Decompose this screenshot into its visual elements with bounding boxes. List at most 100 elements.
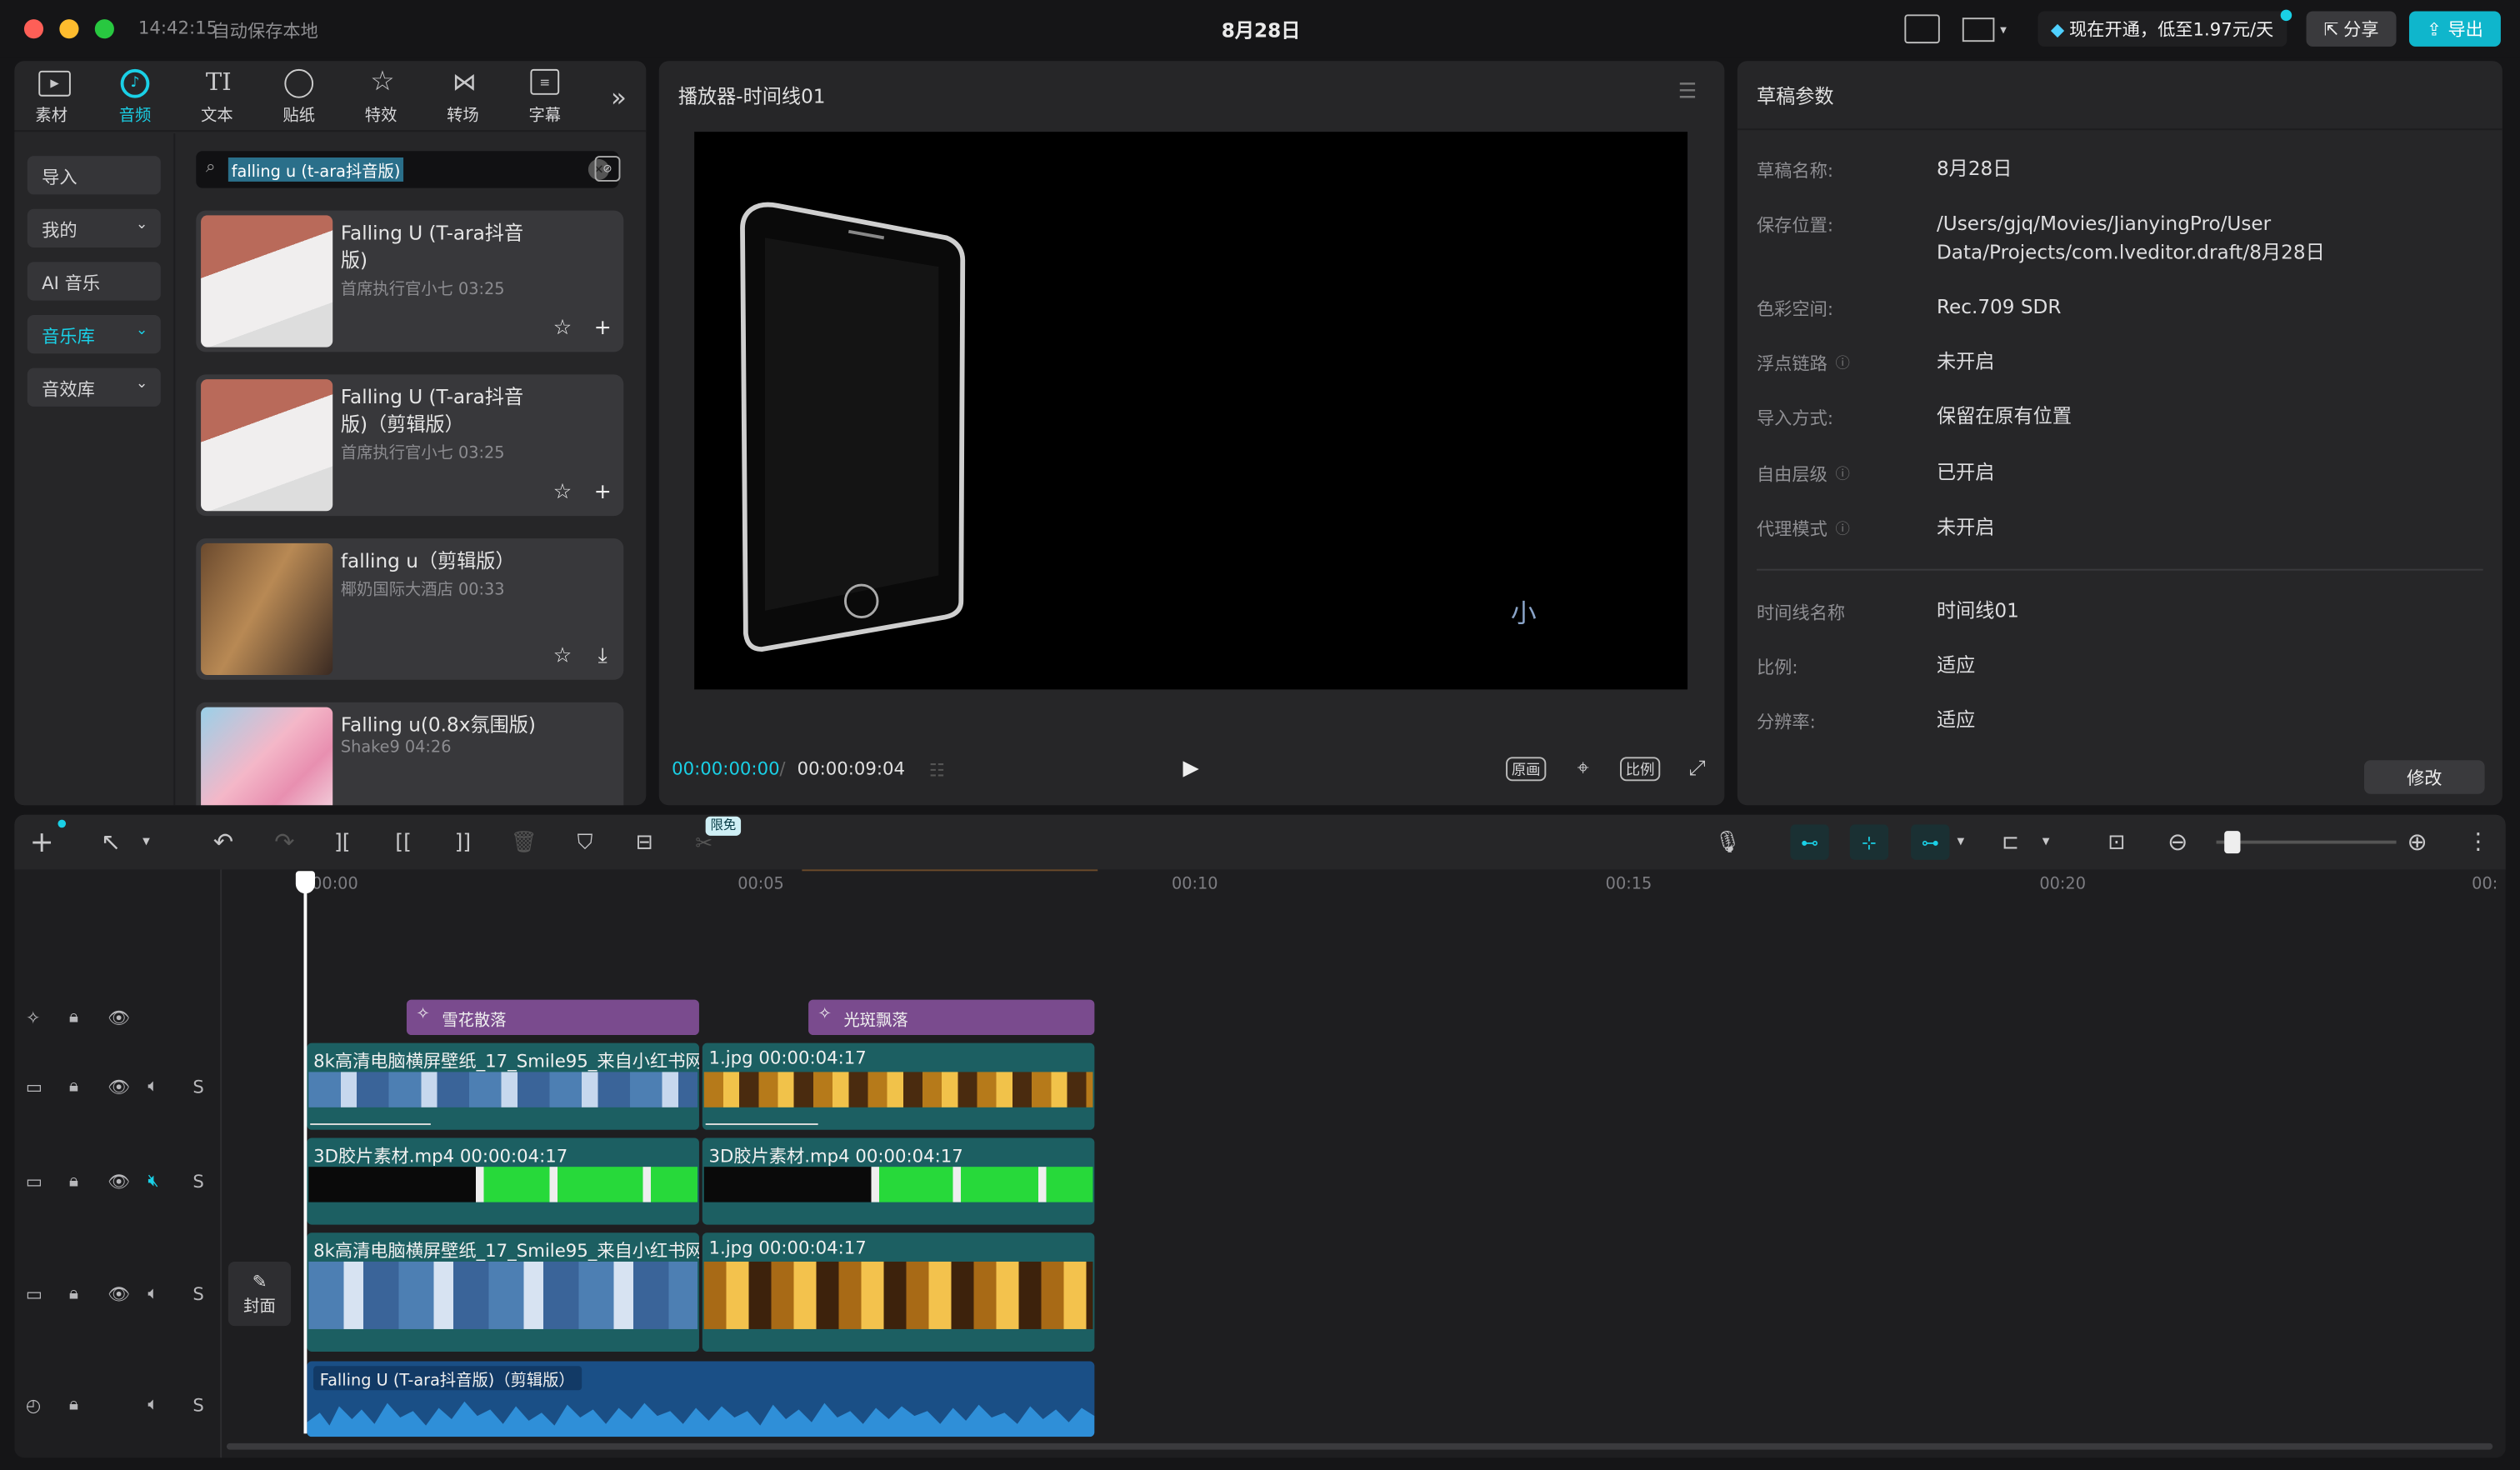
tab-audio[interactable]: ♪ 音频: [97, 61, 177, 132]
eye-icon[interactable]: 👁︎: [108, 1283, 130, 1304]
tab-transition[interactable]: ⋈ 转场: [424, 61, 504, 132]
export-button[interactable]: ⇪ 导出: [2408, 11, 2501, 47]
video-clip[interactable]: 1.jpg 00:00:04:17: [702, 1232, 1095, 1352]
help-icon[interactable]: ⓘ: [1835, 518, 1849, 538]
delete-icon[interactable]: 🗑: [509, 828, 538, 857]
aspect-ratio-button[interactable]: 比例: [1620, 757, 1661, 782]
video-clip[interactable]: 1.jpg 00:00:04:17: [702, 1042, 1095, 1130]
tab-subtitle[interactable]: ≡ 字幕: [507, 61, 587, 132]
solo-button[interactable]: S: [192, 1076, 203, 1097]
solo-button[interactable]: S: [192, 1171, 203, 1192]
list-item[interactable]: Falling u(0.8x氛围版) Shake9 04:26: [196, 702, 624, 806]
help-icon[interactable]: ⓘ: [1835, 352, 1849, 372]
effect-clip[interactable]: ✧ 雪花散落: [406, 999, 699, 1036]
preview-canvas[interactable]: 小: [694, 132, 1688, 690]
list-item[interactable]: Falling U (T-ara抖音版)（剪辑版） 首席执行官小七 03:25 …: [196, 374, 624, 517]
solo-button[interactable]: S: [192, 1283, 203, 1304]
lock-icon[interactable]: 🔒︎: [69, 1393, 78, 1416]
chapters-icon[interactable]: ☷: [919, 757, 954, 782]
add-icon[interactable]: +: [588, 478, 618, 507]
undo-icon[interactable]: ↶: [209, 828, 238, 857]
video-clip[interactable]: 8k高清电脑横屏壁纸_17_Smile95_来自小红书网页版: [307, 1042, 699, 1130]
menu-icon[interactable]: ☰: [1675, 79, 1701, 103]
quality-button[interactable]: 原画: [1506, 757, 1547, 782]
list-item[interactable]: Falling U (T-ara抖音版) 首席执行官小七 03:25 ☆ +: [196, 210, 624, 352]
tab-media[interactable]: ▶ 素材: [14, 61, 94, 132]
help-icon[interactable]: ⓘ: [1835, 462, 1849, 483]
close-window-button[interactable]: [23, 19, 44, 39]
favorite-icon[interactable]: ☆: [548, 313, 578, 342]
trim-left-icon[interactable]: [[: [389, 828, 418, 857]
play-button[interactable]: ▶: [1177, 754, 1206, 783]
tab-text[interactable]: TI 文本: [178, 61, 258, 132]
lock-icon[interactable]: 🔒︎: [69, 1075, 78, 1098]
video-clip[interactable]: 3D胶片素材.mp4 00:00:04:17: [702, 1138, 1095, 1225]
add-icon[interactable]: +: [588, 313, 618, 342]
keyboard-icon[interactable]: [1904, 14, 1940, 44]
microphone-icon[interactable]: 🎙: [1713, 828, 1742, 857]
mine-menu[interactable]: 我的 ⌄: [27, 208, 161, 248]
zoom-out-icon[interactable]: ⊖: [2163, 828, 2192, 857]
minimize-window-button[interactable]: [59, 19, 79, 39]
download-icon[interactable]: ⤓: [588, 642, 618, 671]
redo-icon[interactable]: ↷: [270, 828, 299, 857]
lock-icon[interactable]: 🔒︎: [69, 1006, 78, 1028]
mute-icon[interactable]: 🔇︎: [148, 1170, 158, 1192]
chevron-down-icon[interactable]: ▾: [1951, 829, 1970, 855]
zoom-slider-handle[interactable]: [2224, 831, 2241, 854]
volume-icon[interactable]: 🔈︎: [148, 1282, 158, 1305]
modify-button[interactable]: 修改: [2363, 760, 2485, 794]
fullscreen-icon[interactable]: ⤢: [1682, 755, 1712, 782]
more-tabs-icon[interactable]: »: [602, 80, 635, 112]
eye-icon[interactable]: 👁︎: [108, 1171, 130, 1192]
solo-button[interactable]: S: [192, 1394, 203, 1415]
share-button[interactable]: ⇱ 分享: [2306, 11, 2397, 47]
favorite-icon[interactable]: ☆: [548, 478, 578, 507]
add-track-icon[interactable]: +: [28, 825, 57, 859]
filter-icon[interactable]: ⊘: [594, 156, 621, 182]
lock-icon[interactable]: 🔒︎: [69, 1170, 78, 1192]
vip-promo-button[interactable]: ◆ 现在开通，低至1.97元/天: [2038, 11, 2287, 47]
ai-music-button[interactable]: AI 音乐: [27, 262, 161, 301]
music-library-menu[interactable]: 音乐库 ⌄: [27, 315, 161, 354]
caption-icon[interactable]: ⊟: [630, 828, 659, 857]
audio-clip[interactable]: Falling U (T-ara抖音版)（剪辑版）: [307, 1361, 1095, 1438]
layout-icon[interactable]: ▾: [1959, 14, 2011, 43]
volume-icon[interactable]: 🔈︎: [148, 1393, 158, 1416]
search-box[interactable]: ⌕ falling u (t-ara抖音版) ✕: [196, 151, 619, 188]
main-track-magnet-icon[interactable]: ⊷: [1790, 824, 1829, 860]
video-clip[interactable]: 3D胶片素材.mp4 00:00:04:17: [307, 1138, 699, 1225]
eye-icon[interactable]: 👁︎: [108, 1076, 130, 1097]
volume-icon[interactable]: 🔈︎: [148, 1075, 158, 1098]
effect-clip[interactable]: ✧ 光斑飘落: [808, 999, 1095, 1036]
trim-right-icon[interactable]: ]]: [448, 828, 478, 857]
split-icon[interactable]: ][: [328, 828, 357, 857]
zoom-fit-icon[interactable]: ⌖: [1568, 755, 1598, 782]
tab-effects[interactable]: ☆ 特效: [342, 61, 422, 132]
cover-button[interactable]: ✎ 封面: [228, 1261, 292, 1327]
zoom-in-icon[interactable]: ⊕: [2402, 828, 2432, 857]
search-input[interactable]: falling u (t-ara抖音版): [228, 158, 404, 182]
snap-icon[interactable]: ⊹: [1849, 824, 1889, 860]
zoom-slider[interactable]: [2216, 840, 2397, 844]
favorite-icon[interactable]: ☆: [548, 642, 578, 671]
video-clip[interactable]: 8k高清电脑横屏壁纸_17_Smile95_来自小红书网页版: [307, 1232, 699, 1352]
import-button[interactable]: 导入: [27, 156, 161, 195]
link-icon[interactable]: ⊶: [1911, 824, 1950, 860]
maximize-window-button[interactable]: [94, 19, 114, 39]
list-item[interactable]: falling u（剪辑版） 椰奶国际大酒店 00:33 ☆ ⤓: [196, 538, 624, 680]
marker-icon[interactable]: ⛉: [571, 828, 600, 857]
preview-axis-icon[interactable]: ⊏: [1994, 828, 2027, 857]
time-ruler[interactable]: 00:00 00:05 00:10 00:15 00:20 00:: [220, 869, 2505, 902]
tab-sticker[interactable]: 贴纸: [260, 61, 340, 132]
zoom-to-fit-icon[interactable]: ⊡: [2101, 828, 2133, 857]
eye-icon[interactable]: 👁︎: [108, 1007, 130, 1028]
select-cursor-icon[interactable]: ↖: [97, 828, 126, 857]
playhead-handle[interactable]: [295, 871, 316, 894]
sfx-library-menu[interactable]: 音效库 ⌄: [27, 368, 161, 407]
more-options-icon[interactable]: ⋮: [2464, 828, 2493, 857]
playhead-line[interactable]: [303, 892, 307, 1434]
lock-icon[interactable]: 🔒︎: [69, 1282, 78, 1305]
chevron-down-icon[interactable]: ▾: [2037, 829, 2056, 855]
chevron-down-icon[interactable]: ▾: [137, 829, 156, 855]
